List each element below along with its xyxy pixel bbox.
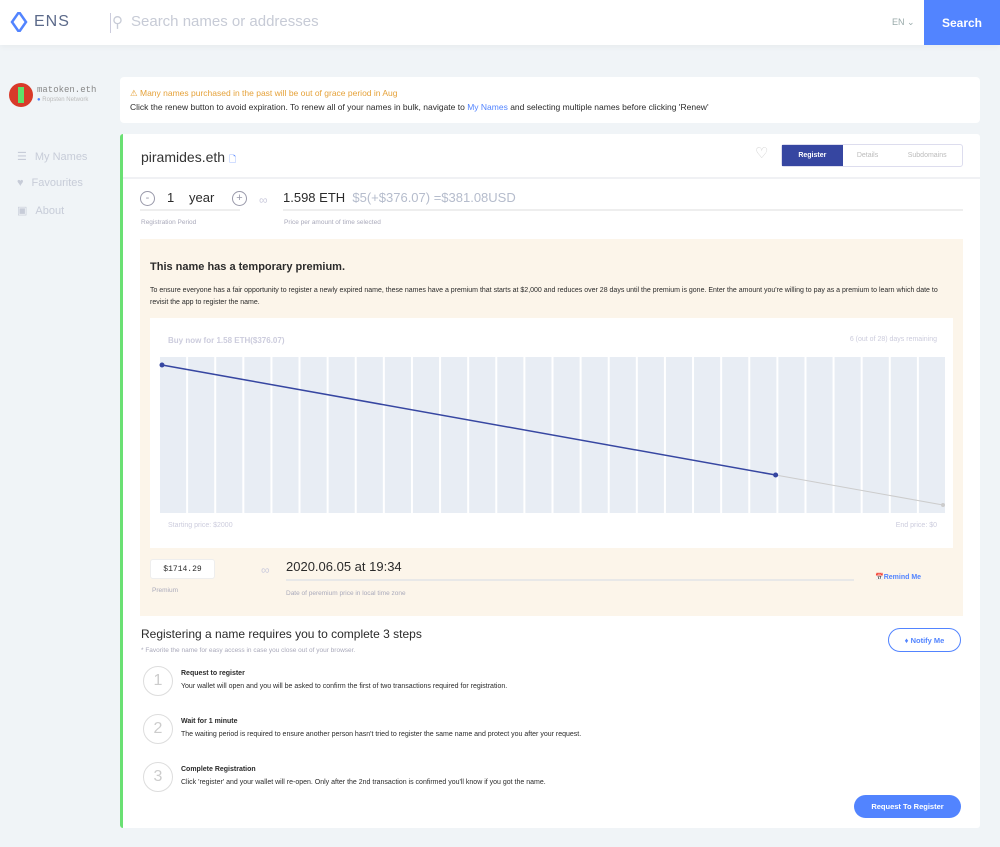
notice-text: Click the renew button to avoid expirati… [130, 102, 709, 112]
link-icon: ∞ [259, 193, 268, 207]
search-input[interactable]: ⚲ Search names or addresses [112, 13, 319, 31]
premium-panel: This name has a temporary premium. To en… [140, 239, 963, 616]
day-bar [272, 357, 299, 513]
my-names-link[interactable]: My Names [467, 102, 508, 112]
day-bar [216, 357, 243, 513]
day-bar [778, 357, 805, 513]
day-bar [890, 357, 917, 513]
price-display: 1.598 ETH $5(+$376.07) =$381.08USD [283, 190, 963, 211]
chart-svg[interactable] [150, 318, 953, 548]
day-bar [525, 357, 552, 513]
step-2: 2 Wait for 1 minute The waiting period is … [143, 714, 581, 744]
steps-note: * Favorite the name for easy access in c… [141, 647, 356, 654]
registration-period: - 1 year + [140, 190, 247, 211]
end-point [941, 503, 945, 507]
premium-chart: Buy now for 1.58 ETH($376.07) 6 (out of … [150, 318, 953, 548]
sidebar-item-my-names[interactable]: ☰ My Names [17, 150, 87, 164]
end-price-label: End price: $0 [895, 522, 937, 529]
day-bar [188, 357, 215, 513]
top-bar: ENS ⚲ Search names or addresses EN ⌄ Sear… [0, 0, 1000, 45]
day-bar [722, 357, 749, 513]
day-bar [918, 357, 945, 513]
grace-period-notice: ⚠ Many names purchased in the past will … [120, 77, 980, 123]
day-bar [469, 357, 496, 513]
tab-details[interactable]: Details [843, 145, 893, 166]
day-bar [497, 357, 524, 513]
steps-title: Registering a name requires you to compl… [141, 627, 422, 641]
premium-description: To ensure everyone has a fair opportunit… [150, 287, 938, 306]
chat-icon: ▣ [17, 205, 28, 217]
day-bar [750, 357, 777, 513]
ens-logo[interactable]: ENS [10, 12, 70, 32]
notice-title: ⚠ Many names purchased in the past will … [130, 88, 398, 98]
calendar-icon: 📅 [875, 574, 884, 581]
increment-button[interactable]: + [232, 191, 247, 206]
day-bar [581, 357, 608, 513]
bell-icon: ♦ [904, 635, 909, 645]
day-bar [412, 357, 440, 513]
warning-icon: ⚠ [130, 88, 138, 98]
search-button[interactable]: Search [924, 0, 1000, 45]
decrement-button[interactable]: - [140, 191, 155, 206]
account-name[interactable]: matoken.eth [37, 85, 96, 95]
step-3: 3 Complete Registration Click 'register' a… [143, 762, 546, 792]
day-bar [862, 357, 889, 513]
date-label: Date of peremium price in local time zon… [286, 590, 406, 597]
price-label: Price per amount of time selected [284, 219, 381, 226]
day-bar [665, 357, 693, 513]
day-bar [553, 357, 580, 513]
premium-label: Premium [152, 587, 179, 594]
step-1: 1 Request to register Your wallet will ope… [143, 666, 507, 696]
notify-me-button[interactable]: ♦ Notify Me [888, 628, 961, 652]
list-icon: ☰ [17, 151, 27, 163]
avatar [9, 83, 33, 107]
copy-icon[interactable]: 🗋 [229, 154, 236, 164]
search-placeholder: Search names or addresses [131, 13, 319, 30]
sidebar-item-favourites[interactable]: ♥ Favourites [17, 177, 83, 189]
name-card: piramides.eth 🗋 ♡ Register Details Subdo… [120, 134, 980, 828]
period-label: Registration Period [141, 219, 197, 226]
premium-date[interactable]: 2020.06.05 at 19:34 [286, 559, 854, 581]
search-icon: ⚲ [112, 14, 123, 31]
day-bar [356, 357, 383, 513]
sidebar: matoken.eth ● Ropsten Network [9, 83, 96, 107]
period-value[interactable]: 1 [167, 190, 174, 205]
link-icon: ∞ [261, 563, 270, 577]
network-label: ● Ropsten Network [37, 97, 89, 103]
heart-icon: ♥ [17, 177, 24, 189]
period-unit: year [189, 190, 215, 205]
day-bar [384, 357, 411, 513]
current-point [773, 472, 779, 478]
ens-logo-icon [10, 12, 28, 32]
start-point [159, 362, 165, 368]
sidebar-item-about[interactable]: ▣ About [17, 204, 64, 218]
name-title: piramides.eth 🗋 [141, 149, 237, 165]
tab-subdomains[interactable]: Subdomains [892, 145, 962, 166]
day-bar [300, 357, 327, 513]
day-bar [806, 357, 833, 513]
favourite-heart-icon[interactable]: ♡ [755, 144, 768, 162]
day-bar [694, 357, 721, 513]
premium-title: This name has a temporary premium. [150, 261, 346, 273]
tab-register[interactable]: Register [782, 145, 843, 166]
start-price-label: Starting price: $2000 [168, 522, 233, 529]
day-bar [609, 357, 636, 513]
logo-text: ENS [34, 13, 70, 30]
day-bar [637, 357, 664, 513]
day-bar [160, 357, 187, 513]
language-select[interactable]: EN ⌄ [892, 17, 915, 28]
divider [110, 13, 111, 33]
request-to-register-button[interactable]: Request To Register [854, 795, 961, 818]
remind-me-button[interactable]: 📅Remind Me [875, 573, 921, 581]
tabs: Register Details Subdomains [781, 144, 963, 167]
day-bar [328, 357, 355, 513]
day-bar [441, 357, 468, 513]
premium-amount-input[interactable]: $1714.29 [150, 559, 215, 579]
